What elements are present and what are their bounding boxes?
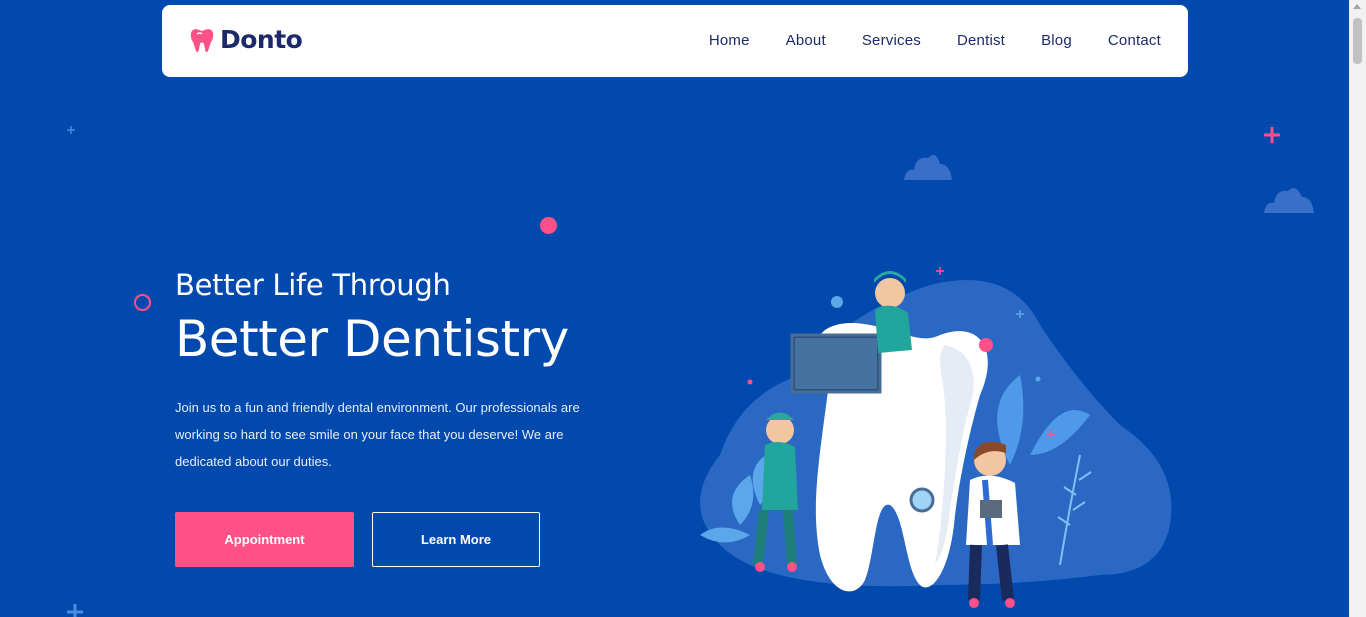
brand-logo[interactable]: Donto	[188, 25, 303, 54]
pink-dot	[540, 217, 557, 234]
tooth-icon	[190, 28, 214, 52]
scroll-up-icon[interactable]	[1353, 4, 1361, 9]
appointment-button[interactable]: Appointment	[175, 512, 354, 567]
scrollbar[interactable]	[1349, 0, 1366, 617]
plus-bottom-icon	[67, 604, 83, 617]
hero-subtitle: Better Life Through	[175, 268, 451, 302]
scrollbar-thumb[interactable]	[1353, 18, 1362, 64]
brand-name: Donto	[220, 25, 303, 54]
hero-title: Better Dentistry	[175, 310, 569, 368]
nav-home[interactable]: Home	[709, 32, 750, 49]
page: Donto Home About Services Dentist Blog C…	[0, 0, 1349, 617]
plus-pink-icon	[1264, 127, 1280, 143]
main-nav: Home About Services Dentist Blog Contact	[709, 32, 1161, 49]
cloud-icon-right	[1264, 188, 1314, 213]
pink-ring	[134, 294, 151, 311]
dentist-illustration	[700, 267, 1172, 608]
cloud-icon	[904, 155, 952, 180]
nav-contact[interactable]: Contact	[1108, 32, 1161, 49]
learn-more-button[interactable]: Learn More	[372, 512, 540, 567]
hero-description: Join us to a fun and friendly dental env…	[175, 400, 580, 469]
nav-dentist[interactable]: Dentist	[957, 32, 1005, 49]
nav-about[interactable]: About	[786, 32, 826, 49]
navbar: Donto Home About Services Dentist Blog C…	[162, 5, 1188, 77]
plus-small-icon	[67, 126, 75, 134]
nav-services[interactable]: Services	[862, 32, 921, 49]
nav-blog[interactable]: Blog	[1041, 32, 1072, 49]
